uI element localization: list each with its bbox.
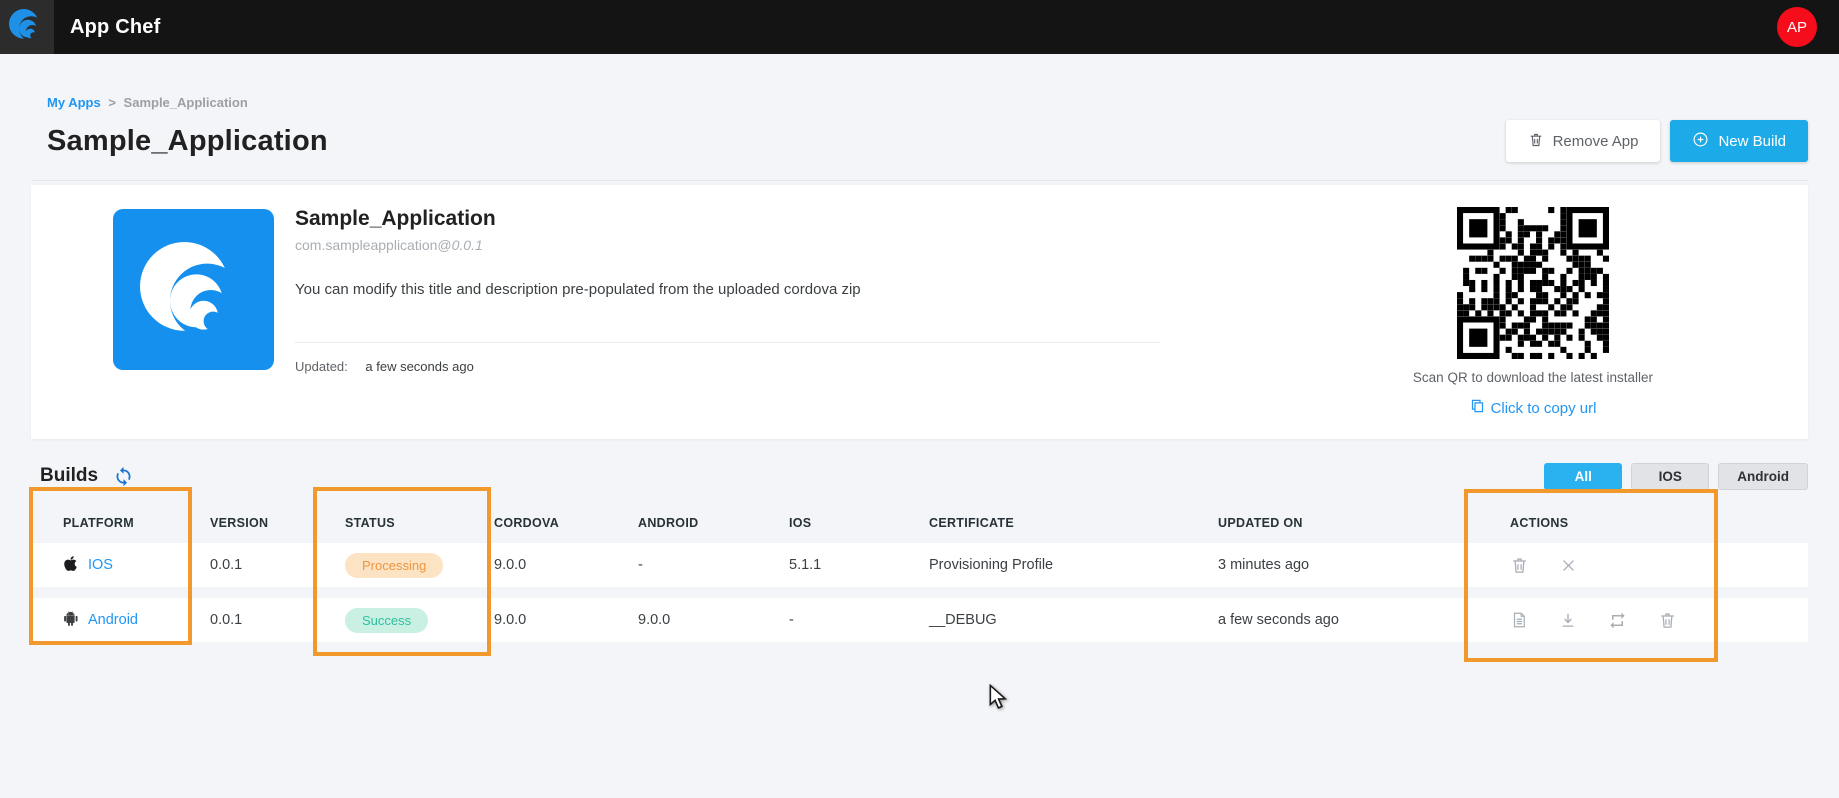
wave-logo-icon	[7, 5, 47, 50]
app-card: Sample_Application com.sampleapplication…	[31, 185, 1808, 439]
cell-ios: -	[771, 612, 914, 628]
user-avatar[interactable]: AP	[1777, 7, 1817, 47]
cell-updated-on: 3 minutes ago	[1203, 557, 1465, 573]
builds-table: PLATFORM VERSION STATUS CORDOVA ANDROID …	[31, 503, 1808, 642]
header-divider	[31, 180, 1808, 181]
cell-android: -	[621, 557, 771, 573]
breadcrumb-separator: >	[108, 95, 116, 110]
cell-certificate: __DEBUG	[914, 612, 1203, 628]
platform-link-ios[interactable]: IOS	[63, 555, 113, 576]
platform-filters: All IOS Android	[1544, 463, 1808, 490]
col-actions: ACTIONS	[1465, 516, 1808, 530]
filter-android[interactable]: Android	[1718, 463, 1808, 490]
plus-circle-icon	[1692, 131, 1709, 152]
cell-cordova: 9.0.0	[478, 612, 621, 628]
builds-title: Builds	[40, 465, 98, 487]
updated-label: Updated:	[295, 359, 348, 374]
sync-icon[interactable]	[113, 466, 134, 487]
copy-icon	[1470, 398, 1485, 418]
cell-version: 0.0.1	[192, 612, 315, 628]
status-badge: Processing	[345, 553, 443, 578]
updated-value: a few seconds ago	[365, 359, 473, 374]
platform-link-android[interactable]: Android	[63, 610, 138, 631]
updated-row: Updated: a few seconds ago	[295, 359, 1160, 374]
app-title: App Chef	[70, 16, 160, 39]
new-build-button[interactable]: New Build	[1670, 120, 1808, 162]
delete-icon[interactable]	[1510, 555, 1529, 575]
app-card-title[interactable]: Sample_Application	[295, 207, 1160, 231]
app-chef-logo[interactable]	[0, 0, 54, 54]
table-header-row: PLATFORM VERSION STATUS CORDOVA ANDROID …	[31, 503, 1808, 543]
remove-app-button[interactable]: Remove App	[1506, 120, 1661, 162]
cell-cordova: 9.0.0	[478, 557, 621, 573]
page-title: Sample_Application	[47, 125, 328, 158]
col-platform: PLATFORM	[31, 516, 192, 530]
col-certificate: CERTIFICATE	[914, 516, 1203, 530]
breadcrumb: My Apps > Sample_Application	[47, 95, 1792, 110]
filter-ios[interactable]: IOS	[1631, 463, 1709, 490]
android-icon	[63, 610, 78, 631]
copy-url-link[interactable]: Click to copy url	[1470, 398, 1597, 418]
app-description[interactable]: You can modify this title and descriptio…	[295, 281, 1160, 298]
breadcrumb-my-apps[interactable]: My Apps	[47, 95, 101, 110]
cell-android: 9.0.0	[621, 612, 771, 628]
trash-icon	[1528, 131, 1544, 152]
rebuild-icon[interactable]	[1608, 611, 1627, 630]
delete-icon[interactable]	[1658, 610, 1677, 630]
cancel-icon[interactable]	[1560, 557, 1577, 574]
table-row: Android 0.0.1 Success 9.0.0 9.0.0 - __DE…	[31, 598, 1808, 642]
app-icon	[113, 209, 274, 370]
cell-updated-on: a few seconds ago	[1203, 612, 1465, 628]
card-divider	[295, 342, 1160, 343]
table-row: IOS 0.0.1 Processing 9.0.0 - 5.1.1 Provi…	[31, 543, 1808, 587]
qr-code	[1457, 207, 1609, 359]
log-icon[interactable]	[1510, 610, 1528, 630]
col-ios: IOS	[771, 516, 914, 530]
breadcrumb-current: Sample_Application	[124, 95, 248, 110]
top-bar: App Chef AP	[0, 0, 1839, 54]
cell-ios: 5.1.1	[771, 557, 914, 573]
app-package-id: com.sampleapplication@0.0.1	[295, 237, 1160, 253]
cell-version: 0.0.1	[192, 557, 315, 573]
col-status: STATUS	[315, 516, 478, 530]
filter-all[interactable]: All	[1544, 463, 1622, 490]
cell-certificate: Provisioning Profile	[914, 557, 1203, 573]
status-badge: Success	[345, 608, 428, 633]
qr-caption: Scan QR to download the latest installer	[1368, 370, 1698, 385]
col-cordova: CORDOVA	[478, 516, 621, 530]
download-icon[interactable]	[1559, 611, 1577, 630]
apple-icon	[63, 555, 78, 576]
col-updated-on: UPDATED ON	[1203, 516, 1465, 530]
col-android: ANDROID	[621, 516, 771, 530]
col-version: VERSION	[192, 516, 315, 530]
mouse-cursor	[988, 684, 1010, 715]
